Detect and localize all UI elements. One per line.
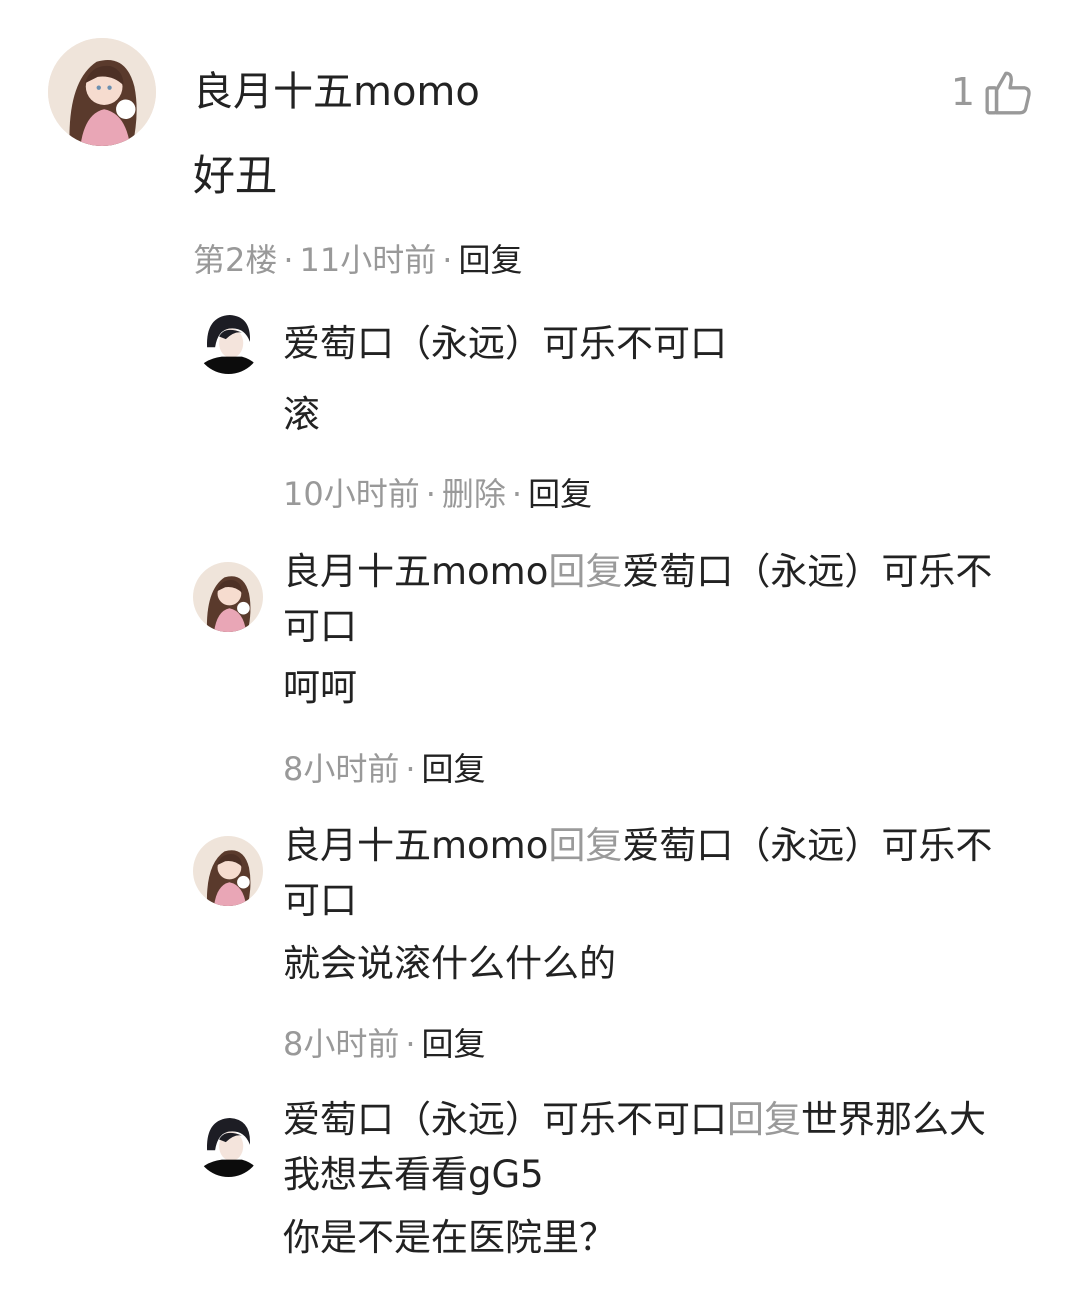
- reply-author[interactable]: 良月十五momo: [283, 550, 548, 593]
- reply-button[interactable]: 回复: [422, 1025, 486, 1063]
- timestamp: 8小时前: [283, 750, 400, 788]
- avatar-reply-3[interactable]: [193, 836, 263, 906]
- separator: ·: [283, 241, 294, 279]
- reply-button[interactable]: 回复: [528, 475, 592, 513]
- reply-author-line: 良月十五momo回复爱萄口（永远）可乐不可口: [283, 544, 1003, 654]
- like-count: 1: [950, 70, 975, 114]
- reply-text: 就会说滚什么什么的: [283, 942, 616, 985]
- comment-meta: 第2楼 · 11小时前 · 回复: [193, 240, 522, 280]
- timestamp: 10小时前: [283, 475, 420, 513]
- timestamp: 8小时前: [283, 1025, 400, 1063]
- like-button[interactable]: 1: [951, 66, 1033, 118]
- reply-connector: 回复: [548, 824, 623, 867]
- separator: ·: [442, 241, 453, 279]
- reply-button[interactable]: 回复: [458, 241, 522, 279]
- comment-text: 好丑: [193, 151, 278, 200]
- reply-connector: 回复: [727, 1098, 801, 1141]
- reply-text: 滚: [283, 393, 320, 436]
- reply-connector: 回复: [548, 550, 623, 593]
- avatar-reply-2[interactable]: [193, 562, 263, 632]
- comment-thread: 良月十五momo 1 好丑 第2楼 · 11小时前 · 回复 爱萄口（永远）可乐不可口 …: [0, 0, 1079, 1294]
- reply-author-line: 爱萄口（永远）可乐不可口回复世界那么大我想去看看gG5: [283, 1092, 1003, 1202]
- reply-meta: 10小时前 · 删除 · 回复: [283, 474, 592, 514]
- delete-button[interactable]: 删除: [442, 475, 506, 513]
- thumbs-up-icon: [985, 71, 1031, 115]
- timestamp: 11小时前: [299, 241, 437, 279]
- reply-text: 呵呵: [283, 666, 357, 709]
- reply-author[interactable]: 良月十五momo: [283, 824, 548, 867]
- reply-meta: 8小时前 · 回复: [283, 749, 486, 789]
- avatar-reply-1[interactable]: [195, 307, 262, 374]
- separator: ·: [511, 475, 523, 513]
- avatar-reply-4[interactable]: [195, 1110, 262, 1177]
- comment-author[interactable]: 良月十五momo: [193, 66, 480, 118]
- reply-text: 你是不是在医院里？: [283, 1216, 616, 1259]
- reply-author[interactable]: 爱萄口（永远）可乐不可口: [283, 1098, 727, 1141]
- reply-author[interactable]: 爱萄口（永远）可乐不可口: [283, 316, 1003, 371]
- separator: ·: [405, 750, 416, 788]
- avatar-main[interactable]: [48, 38, 156, 146]
- floor-label: 第2楼: [193, 241, 278, 279]
- separator: ·: [405, 1025, 416, 1063]
- reply-button[interactable]: 回复: [422, 750, 486, 788]
- reply-author-line: 良月十五momo回复爱萄口（永远）可乐不可口: [283, 818, 1003, 928]
- reply-meta: 8小时前 · 回复: [283, 1024, 486, 1064]
- separator: ·: [425, 475, 436, 513]
